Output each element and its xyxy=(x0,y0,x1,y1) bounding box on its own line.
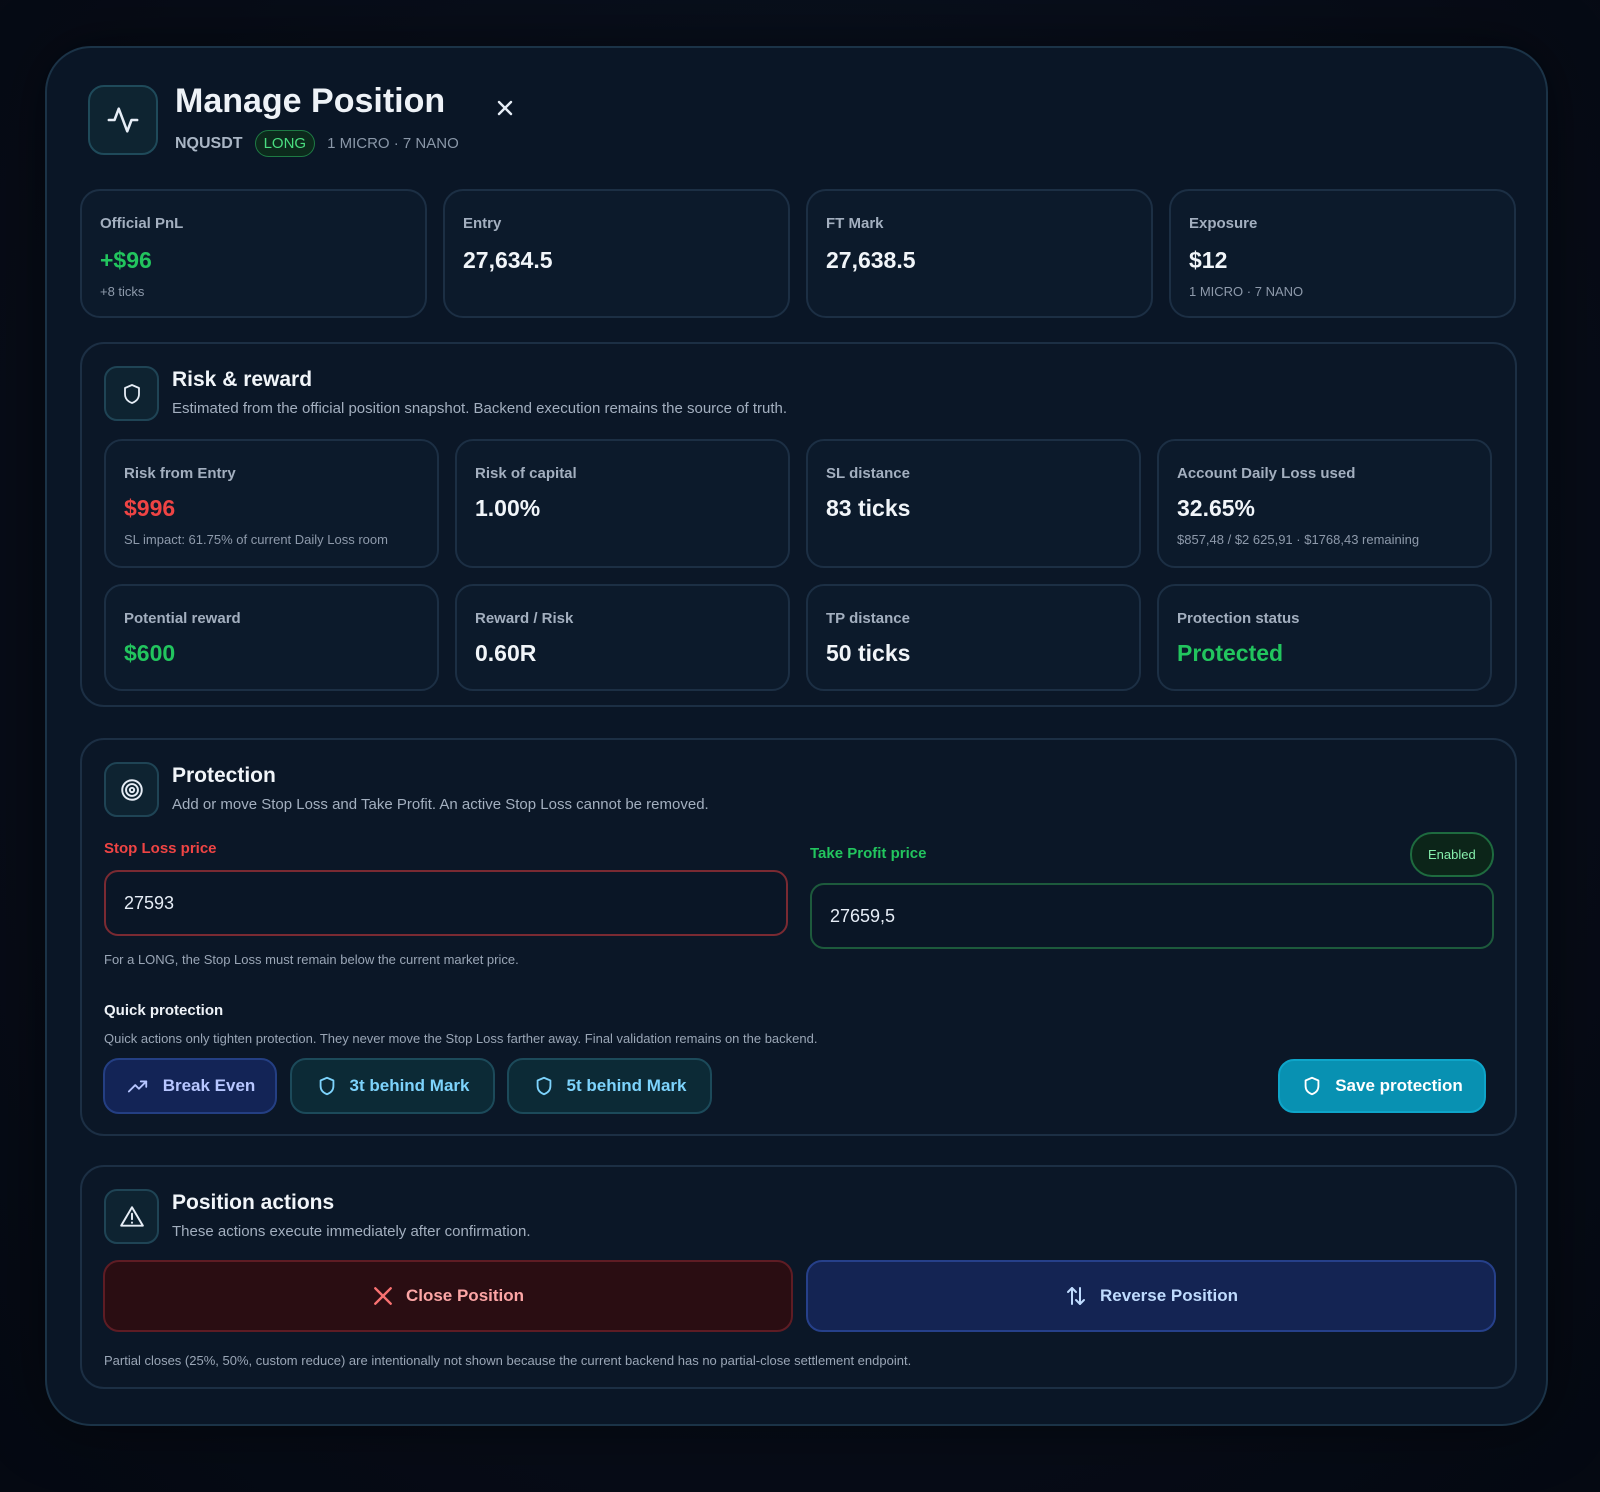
stop-loss-label: Stop Loss price xyxy=(104,840,217,857)
stat-label: Exposure xyxy=(1189,215,1258,232)
save-protection-label: Save protection xyxy=(1335,1076,1463,1095)
modal-title: Manage Position xyxy=(175,82,446,120)
close-icon xyxy=(374,1287,392,1305)
five-ticks-label: 5t behind Mark xyxy=(566,1076,687,1095)
risk-card-protection-status: Protection status Protected xyxy=(1157,584,1492,691)
stat-card-mark: FT Mark 27,638.5 xyxy=(806,189,1153,318)
symbol-label: NQUSDT xyxy=(175,134,243,152)
stat-card-pnl: Official PnL +$96 +8 ticks xyxy=(80,189,427,318)
risk-card-value: 1.00% xyxy=(475,495,541,521)
close-position-label: Close Position xyxy=(405,1286,525,1305)
swap-vertical-icon xyxy=(1067,1287,1086,1305)
risk-card-risk-from-entry: Risk from Entry $996 SL impact: 61.75% o… xyxy=(104,439,439,568)
break-even-label: Break Even xyxy=(162,1076,256,1095)
stat-card-exposure: Exposure $12 1 MICRO · 7 NANO xyxy=(1169,189,1516,318)
risk-card-risk-of-capital: Risk of capital 1.00% xyxy=(455,439,790,568)
risk-card-label: Risk of capital xyxy=(475,465,577,482)
stat-label: Official PnL xyxy=(100,215,184,232)
stat-value: 27,634.5 xyxy=(463,247,553,273)
stat-cards: Official PnL +$96 +8 ticks Entry 27,634.… xyxy=(80,189,1516,318)
stop-loss-input[interactable] xyxy=(104,870,788,936)
shield-icon xyxy=(104,366,159,421)
take-profit-label: Take Profit price xyxy=(810,845,927,862)
risk-card-sub: $857,48 / $2 625,91 · $1768,43 remaining xyxy=(1177,532,1420,547)
risk-card-sl-distance: SL distance 83 ticks xyxy=(806,439,1141,568)
size-label: 1 MICRO · 7 NANO xyxy=(327,135,459,152)
protection-panel: Protection Add or move Stop Loss and Tak… xyxy=(80,738,1517,1136)
activity-icon xyxy=(88,85,158,155)
risk-card-label: Account Daily Loss used xyxy=(1177,465,1356,482)
risk-card-label: TP distance xyxy=(826,610,910,627)
five-ticks-behind-mark-button[interactable]: 5t behind Mark xyxy=(507,1058,712,1114)
protection-title: Protection xyxy=(172,764,276,787)
actions-description: These actions execute immediately after … xyxy=(172,1223,531,1240)
risk-card-label: Risk from Entry xyxy=(124,465,236,482)
actions-title: Position actions xyxy=(172,1191,335,1214)
stat-sub: +8 ticks xyxy=(100,284,145,299)
risk-card-sub: SL impact: 61.75% of current Daily Loss … xyxy=(124,532,388,547)
risk-card-label: SL distance xyxy=(826,465,910,482)
risk-card-label: Reward / Risk xyxy=(475,610,574,627)
stat-label: Entry xyxy=(463,215,502,232)
stat-label: FT Mark xyxy=(826,215,884,232)
risk-card-value: $996 xyxy=(124,495,176,521)
quick-protection-title: Quick protection xyxy=(104,1002,224,1019)
reverse-position-label: Reverse Position xyxy=(1100,1286,1238,1305)
risk-card-label: Protection status xyxy=(1177,610,1300,627)
partial-close-footnote: Partial closes (25%, 50%, custom reduce)… xyxy=(104,1353,912,1368)
risk-card-label: Potential reward xyxy=(124,610,241,627)
risk-card-value: 0.60R xyxy=(475,640,537,666)
close-icon[interactable] xyxy=(491,94,519,122)
three-ticks-behind-mark-button[interactable]: 3t behind Mark xyxy=(290,1058,495,1114)
position-meta: NQUSDT LONG 1 MICRO · 7 NANO xyxy=(175,130,459,157)
risk-card-value: Protected xyxy=(1177,640,1284,666)
protection-description: Add or move Stop Loss and Take Profit. A… xyxy=(172,796,709,813)
risk-card-value: 83 ticks xyxy=(826,495,911,521)
risk-card-value: $600 xyxy=(124,640,176,666)
shield-icon xyxy=(536,1076,551,1096)
warning-icon xyxy=(104,1189,159,1244)
risk-card-reward-risk: Reward / Risk 0.60R xyxy=(455,584,790,691)
manage-position-modal: Manage Position NQUSDT LONG 1 MICRO · 7 … xyxy=(45,46,1548,1426)
trending-up-icon xyxy=(127,1080,147,1093)
break-even-button[interactable]: Break Even xyxy=(103,1058,277,1114)
risk-card-value: 50 ticks xyxy=(826,640,911,666)
quick-protection-description: Quick actions only tighten protection. T… xyxy=(104,1031,818,1046)
take-profit-enabled-toggle[interactable]: Enabled xyxy=(1410,832,1494,877)
shield-icon xyxy=(1304,1076,1320,1096)
stat-value: +$96 xyxy=(100,247,152,273)
risk-card-tp-distance: TP distance 50 ticks xyxy=(806,584,1141,691)
stat-card-entry: Entry 27,634.5 xyxy=(443,189,790,318)
risk-card-daily-loss: Account Daily Loss used 32.65% $857,48 /… xyxy=(1157,439,1492,568)
side-badge: LONG xyxy=(254,130,316,157)
shield-icon xyxy=(319,1076,334,1096)
stat-value: $12 xyxy=(1189,247,1228,273)
three-ticks-label: 3t behind Mark xyxy=(349,1076,470,1095)
risk-reward-panel: Risk & reward Estimated from the officia… xyxy=(80,342,1517,707)
position-actions-panel: Position actions These actions execute i… xyxy=(80,1165,1517,1389)
stop-loss-hint: For a LONG, the Stop Loss must remain be… xyxy=(104,952,519,967)
risk-card-value: 32.65% xyxy=(1177,495,1256,521)
target-icon xyxy=(104,762,159,817)
stat-value: 27,638.5 xyxy=(826,247,916,273)
risk-card-potential-reward: Potential reward $600 xyxy=(104,584,439,691)
take-profit-input[interactable] xyxy=(810,883,1494,949)
close-position-button[interactable]: Close Position xyxy=(103,1260,793,1332)
reverse-position-button[interactable]: Reverse Position xyxy=(806,1260,1496,1332)
risk-title: Risk & reward xyxy=(172,368,313,391)
save-protection-button[interactable]: Save protection xyxy=(1278,1059,1486,1113)
stat-sub: 1 MICRO · 7 NANO xyxy=(1189,284,1304,299)
risk-description: Estimated from the official position sna… xyxy=(172,400,788,417)
